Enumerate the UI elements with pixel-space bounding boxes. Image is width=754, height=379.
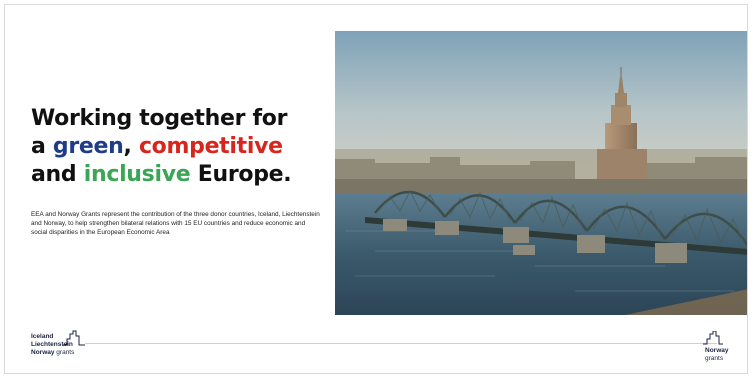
logo-norway-grants: Norway grants xyxy=(705,347,745,363)
logo-left-norway: Norway xyxy=(31,349,55,356)
headline-line-1: Working together for xyxy=(31,105,331,133)
headline-inclusive-word: inclusive xyxy=(83,162,191,187)
bridge-photo xyxy=(335,31,747,315)
logo-left-line-3: Norway grants xyxy=(31,349,111,357)
headline-line-1-text: Working together for xyxy=(31,106,288,131)
skyline-icon xyxy=(63,330,85,346)
logo-right-norway: Norway xyxy=(705,347,729,354)
headline-line-3-prefix: and xyxy=(31,162,84,187)
footer-divider xyxy=(85,343,717,344)
headline-line-3-suffix: Europe. xyxy=(190,162,292,187)
headline-line-2-prefix: a xyxy=(31,134,53,159)
headline-competitive-word: competitive xyxy=(138,134,283,159)
headline: Working together for a green, competitiv… xyxy=(31,105,331,189)
poster-frame: Working together for a green, competitiv… xyxy=(4,4,748,374)
logo-left-grants: grants xyxy=(56,349,75,356)
skyline-icon-right xyxy=(703,331,723,345)
body-paragraph: EEA and Norway Grants represent the cont… xyxy=(31,211,320,236)
headline-line-3: and inclusive Europe. xyxy=(31,161,331,189)
logo-right-grants: grants xyxy=(705,355,724,362)
headline-green-word: green xyxy=(52,134,124,159)
headline-comma: , xyxy=(123,134,139,159)
headline-line-2: a green, competitive xyxy=(31,133,331,161)
